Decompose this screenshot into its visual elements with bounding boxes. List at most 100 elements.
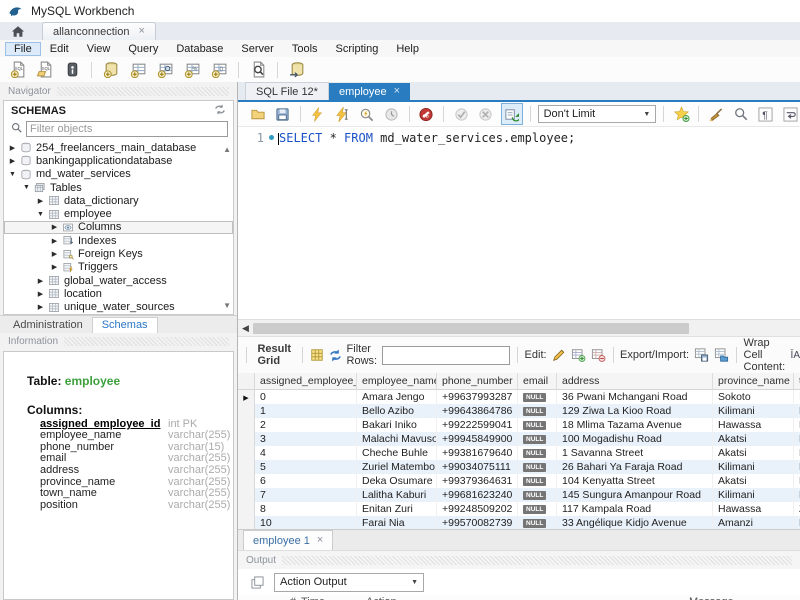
cell-assigned_employee_id[interactable]: 6: [255, 474, 357, 488]
open-script-icon[interactable]: [248, 104, 268, 124]
row-selector[interactable]: [238, 432, 255, 446]
menu-help[interactable]: Help: [387, 42, 428, 56]
cell-assigned_employee_id[interactable]: 5: [255, 460, 357, 474]
column-header-assigned_employee_id[interactable]: assigned_employee_id: [255, 373, 357, 389]
cell-assigned_employee_id[interactable]: 8: [255, 502, 357, 516]
execute-icon[interactable]: [308, 104, 328, 124]
cell-phone_number[interactable]: +99222599041: [437, 418, 518, 432]
cell-province_name[interactable]: Akatsi: [713, 474, 794, 488]
cell-province_name[interactable]: Kilimani: [713, 488, 794, 502]
search-data-icon[interactable]: [248, 60, 268, 80]
database-migration-icon[interactable]: [287, 60, 307, 80]
inspector-icon[interactable]: [62, 60, 82, 80]
expand-arrow-icon[interactable]: ▶: [50, 263, 59, 271]
home-tab-button[interactable]: [0, 23, 36, 40]
cell-employee_name[interactable]: Zuriel Matembo: [357, 460, 437, 474]
explain-icon[interactable]: [357, 104, 377, 124]
tree-item-indexes[interactable]: ▶Indexes: [4, 234, 233, 247]
cell-assigned_employee_id[interactable]: 0: [255, 390, 357, 404]
cell-town_name[interactable]: Rural: [794, 460, 800, 474]
cell-town_name[interactable]: Rural: [794, 404, 800, 418]
menu-query[interactable]: Query: [119, 42, 167, 56]
wrap-cell-content-icon[interactable]: ĪA: [791, 345, 800, 365]
edit-record-icon[interactable]: [552, 345, 566, 365]
delete-row-icon[interactable]: [591, 345, 606, 365]
cell-province_name[interactable]: Sokoto: [713, 390, 794, 404]
cell-town_name[interactable]: Rural: [794, 474, 800, 488]
expand-arrow-icon[interactable]: ▶: [8, 157, 17, 165]
tree-item-unique-water-sources[interactable]: ▶unique_water_sources: [4, 301, 233, 314]
cell-address[interactable]: 117 Kampala Road: [557, 502, 713, 516]
cell-employee_name[interactable]: Amara Jengo: [357, 390, 437, 404]
menu-view[interactable]: View: [78, 42, 120, 56]
expand-arrow-icon[interactable]: ▶: [8, 144, 17, 152]
toggle-autocommit-icon[interactable]: [501, 103, 523, 125]
result-tab-employee-1[interactable]: employee 1 ×: [243, 530, 333, 550]
cell-email[interactable]: NULL: [518, 390, 557, 404]
cell-email[interactable]: NULL: [518, 516, 557, 529]
connection-tab[interactable]: allanconnection ×: [42, 22, 156, 40]
new-sql-editor-icon[interactable]: SQL: [8, 60, 28, 80]
row-selector[interactable]: [238, 474, 255, 488]
scroll-left-icon[interactable]: ◀: [238, 323, 253, 334]
sidebar-tab-administration[interactable]: Administration: [4, 318, 92, 333]
collapse-arrow-icon[interactable]: ▼: [8, 171, 17, 178]
cell-province_name[interactable]: Akatsi: [713, 432, 794, 446]
grid-view-icon[interactable]: [310, 345, 324, 365]
cell-employee_name[interactable]: Lalitha Kaburi: [357, 488, 437, 502]
cell-employee_name[interactable]: Cheche Buhle: [357, 446, 437, 460]
stop-on-error-icon[interactable]: Sb: [417, 104, 437, 124]
insert-row-icon[interactable]: [571, 345, 586, 365]
cell-province_name[interactable]: Kilimani: [713, 404, 794, 418]
row-selector[interactable]: [238, 418, 255, 432]
create-table-icon[interactable]: [128, 60, 148, 80]
table-row[interactable]: ▶0Amara Jengo+99637993287NULL36 Pwani Mc…: [238, 390, 800, 404]
cell-assigned_employee_id[interactable]: 3: [255, 432, 357, 446]
cell-address[interactable]: 36 Pwani Mchangani Road: [557, 390, 713, 404]
sql-editor[interactable]: 1 SELECT * FROM md_water_services.employ…: [238, 126, 800, 319]
beautify-icon[interactable]: [706, 104, 726, 124]
open-sql-script-icon[interactable]: SQL: [35, 60, 55, 80]
refresh-grid-icon[interactable]: [329, 345, 342, 365]
cell-email[interactable]: NULL: [518, 474, 557, 488]
tree-item-employee[interactable]: ▼employee: [4, 207, 233, 220]
cell-town_name[interactable]: Ilanga: [794, 390, 800, 404]
row-selector[interactable]: [238, 488, 255, 502]
column-header-province_name[interactable]: province_name: [713, 373, 794, 389]
collapse-arrow-icon[interactable]: ▼: [22, 184, 31, 191]
row-selector[interactable]: [238, 446, 255, 460]
cell-email[interactable]: NULL: [518, 460, 557, 474]
cell-employee_name[interactable]: Bello Azibo: [357, 404, 437, 418]
collapse-arrow-icon[interactable]: ▼: [36, 211, 45, 218]
execute-current-icon[interactable]: [332, 104, 352, 124]
expand-arrow-icon[interactable]: ▶: [50, 237, 59, 245]
cell-address[interactable]: 129 Ziwa La Kioo Road: [557, 404, 713, 418]
menu-database[interactable]: Database: [167, 42, 232, 56]
column-header-employee_name[interactable]: employee_name: [357, 373, 437, 389]
cell-assigned_employee_id[interactable]: 7: [255, 488, 357, 502]
cell-phone_number[interactable]: +99570082739: [437, 516, 518, 529]
limit-rows-dropdown[interactable]: Don't Limit▼: [538, 105, 657, 123]
close-icon[interactable]: ×: [394, 86, 400, 97]
cell-phone_number[interactable]: +99643864786: [437, 404, 518, 418]
table-row[interactable]: 5Zuriel Matembo+99034075111NULL26 Bahari…: [238, 460, 800, 474]
cell-email[interactable]: NULL: [518, 502, 557, 516]
expand-arrow-icon[interactable]: ▶: [36, 197, 45, 205]
cell-province_name[interactable]: Hawassa: [713, 502, 794, 516]
stop-query-icon[interactable]: [382, 104, 402, 124]
menu-file[interactable]: File: [5, 42, 41, 56]
cell-province_name[interactable]: Amanzi: [713, 516, 794, 529]
commit-icon[interactable]: [451, 104, 471, 124]
menu-tools[interactable]: Tools: [283, 42, 327, 56]
cell-phone_number[interactable]: +99379364631: [437, 474, 518, 488]
scroll-up-icon[interactable]: ▲: [223, 145, 231, 154]
schema-filter-input[interactable]: [26, 121, 228, 137]
cell-town_name[interactable]: Rural: [794, 446, 800, 460]
table-row[interactable]: 3Malachi Mavuso+99945849900NULL100 Mogad…: [238, 432, 800, 446]
table-row[interactable]: 2Bakari Iniko+99222599041NULL18 Mlima Ta…: [238, 418, 800, 432]
cell-phone_number[interactable]: +99034075111: [437, 460, 518, 474]
scrollbar-thumb[interactable]: [253, 323, 689, 334]
table-row[interactable]: 7Lalitha Kaburi+99681623240NULL145 Sungu…: [238, 488, 800, 502]
tree-item-location[interactable]: ▶location: [4, 287, 233, 300]
expand-arrow-icon[interactable]: ▶: [36, 303, 45, 311]
